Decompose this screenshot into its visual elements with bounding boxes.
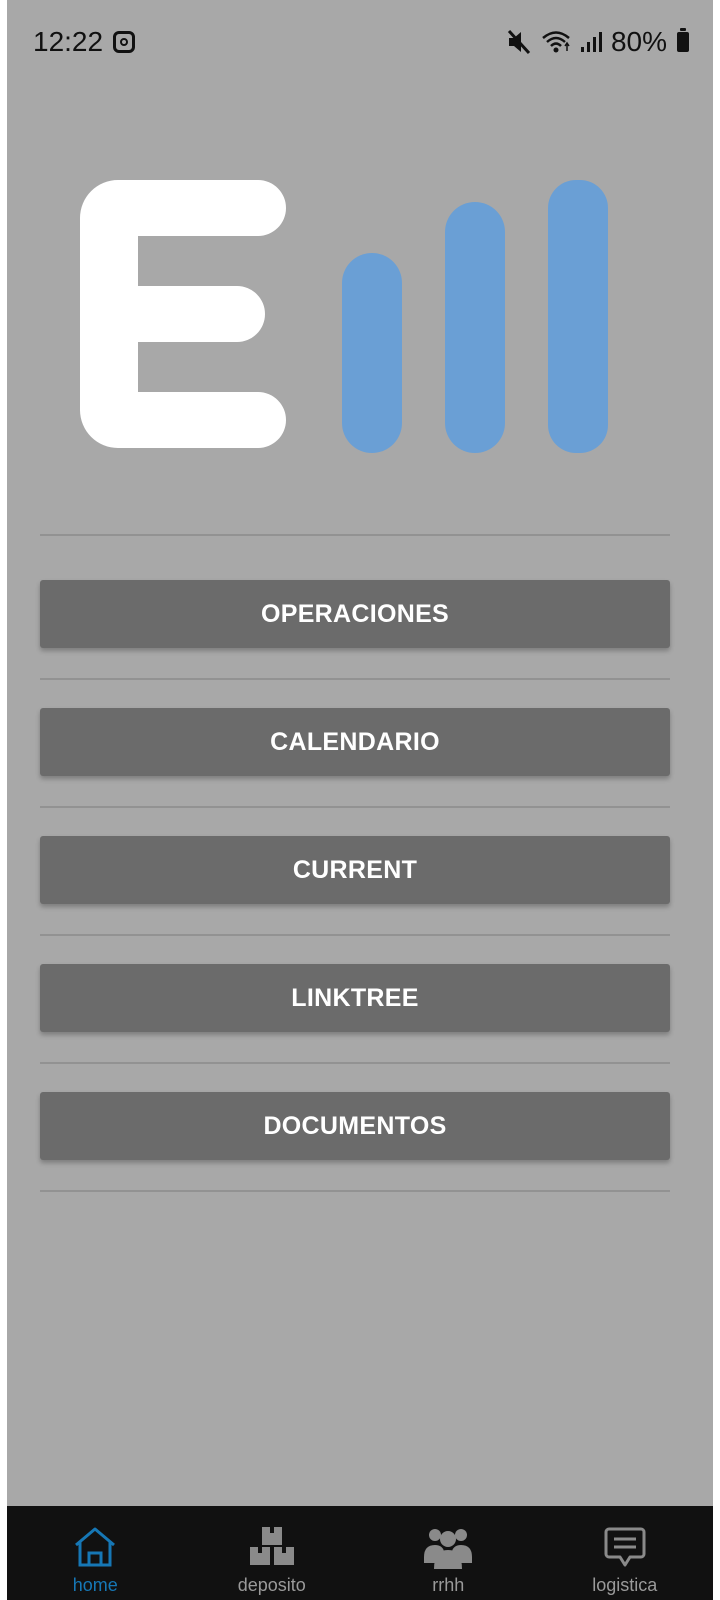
boxes-icon — [249, 1527, 294, 1565]
nav-label-deposito: deposito — [237, 1575, 306, 1595]
mute-icon — [507, 29, 531, 55]
battery-icon — [677, 28, 689, 52]
instagram-icon — [113, 31, 136, 53]
bottom-nav: home deposito rrhh logistica — [7, 1506, 713, 1600]
nav-item-rrhh[interactable]: rrhh — [360, 1506, 537, 1600]
nav-item-logistica[interactable]: logistica — [537, 1506, 714, 1600]
signal-icon — [580, 32, 602, 52]
nav-item-deposito[interactable]: deposito — [184, 1506, 361, 1600]
screen-edge-left — [0, 0, 7, 1600]
people-icon — [424, 1529, 473, 1569]
screen-edge-right — [713, 0, 720, 1600]
nav-label-rrhh: rrhh — [432, 1575, 465, 1595]
app-logo — [80, 180, 608, 453]
current-button[interactable]: CURRENT — [40, 836, 670, 904]
status-left: 12:22 — [33, 26, 136, 58]
logo-bar-2 — [445, 202, 505, 453]
nav-label-home: home — [72, 1575, 118, 1595]
home-icon — [75, 1527, 116, 1567]
divider — [40, 934, 670, 936]
divider — [40, 1190, 670, 1192]
nav-item-home[interactable]: home — [7, 1506, 184, 1600]
app-screen: 12:22 80% OPERACIONES CALENDARIO CURRENT… — [0, 0, 720, 1600]
wifi-icon — [542, 31, 570, 53]
logo-letter-e — [80, 180, 286, 448]
logo-bar-1 — [342, 253, 402, 453]
divider — [40, 1062, 670, 1064]
nav-label-logistica: logistica — [592, 1575, 658, 1595]
divider — [40, 534, 670, 536]
message-icon — [604, 1527, 646, 1567]
linktree-button[interactable]: LINKTREE — [40, 964, 670, 1032]
battery-percent: 80% — [610, 26, 667, 57]
calendario-button[interactable]: CALENDARIO — [40, 708, 670, 776]
logo-bar-3 — [548, 180, 608, 453]
operaciones-button[interactable]: OPERACIONES — [40, 580, 670, 648]
status-right: 80% — [505, 26, 689, 58]
divider — [40, 678, 670, 680]
documentos-button[interactable]: DOCUMENTOS — [40, 1092, 670, 1160]
status-bar: 12:22 80% — [7, 0, 713, 84]
status-time: 12:22 — [33, 26, 104, 57]
divider — [40, 806, 670, 808]
